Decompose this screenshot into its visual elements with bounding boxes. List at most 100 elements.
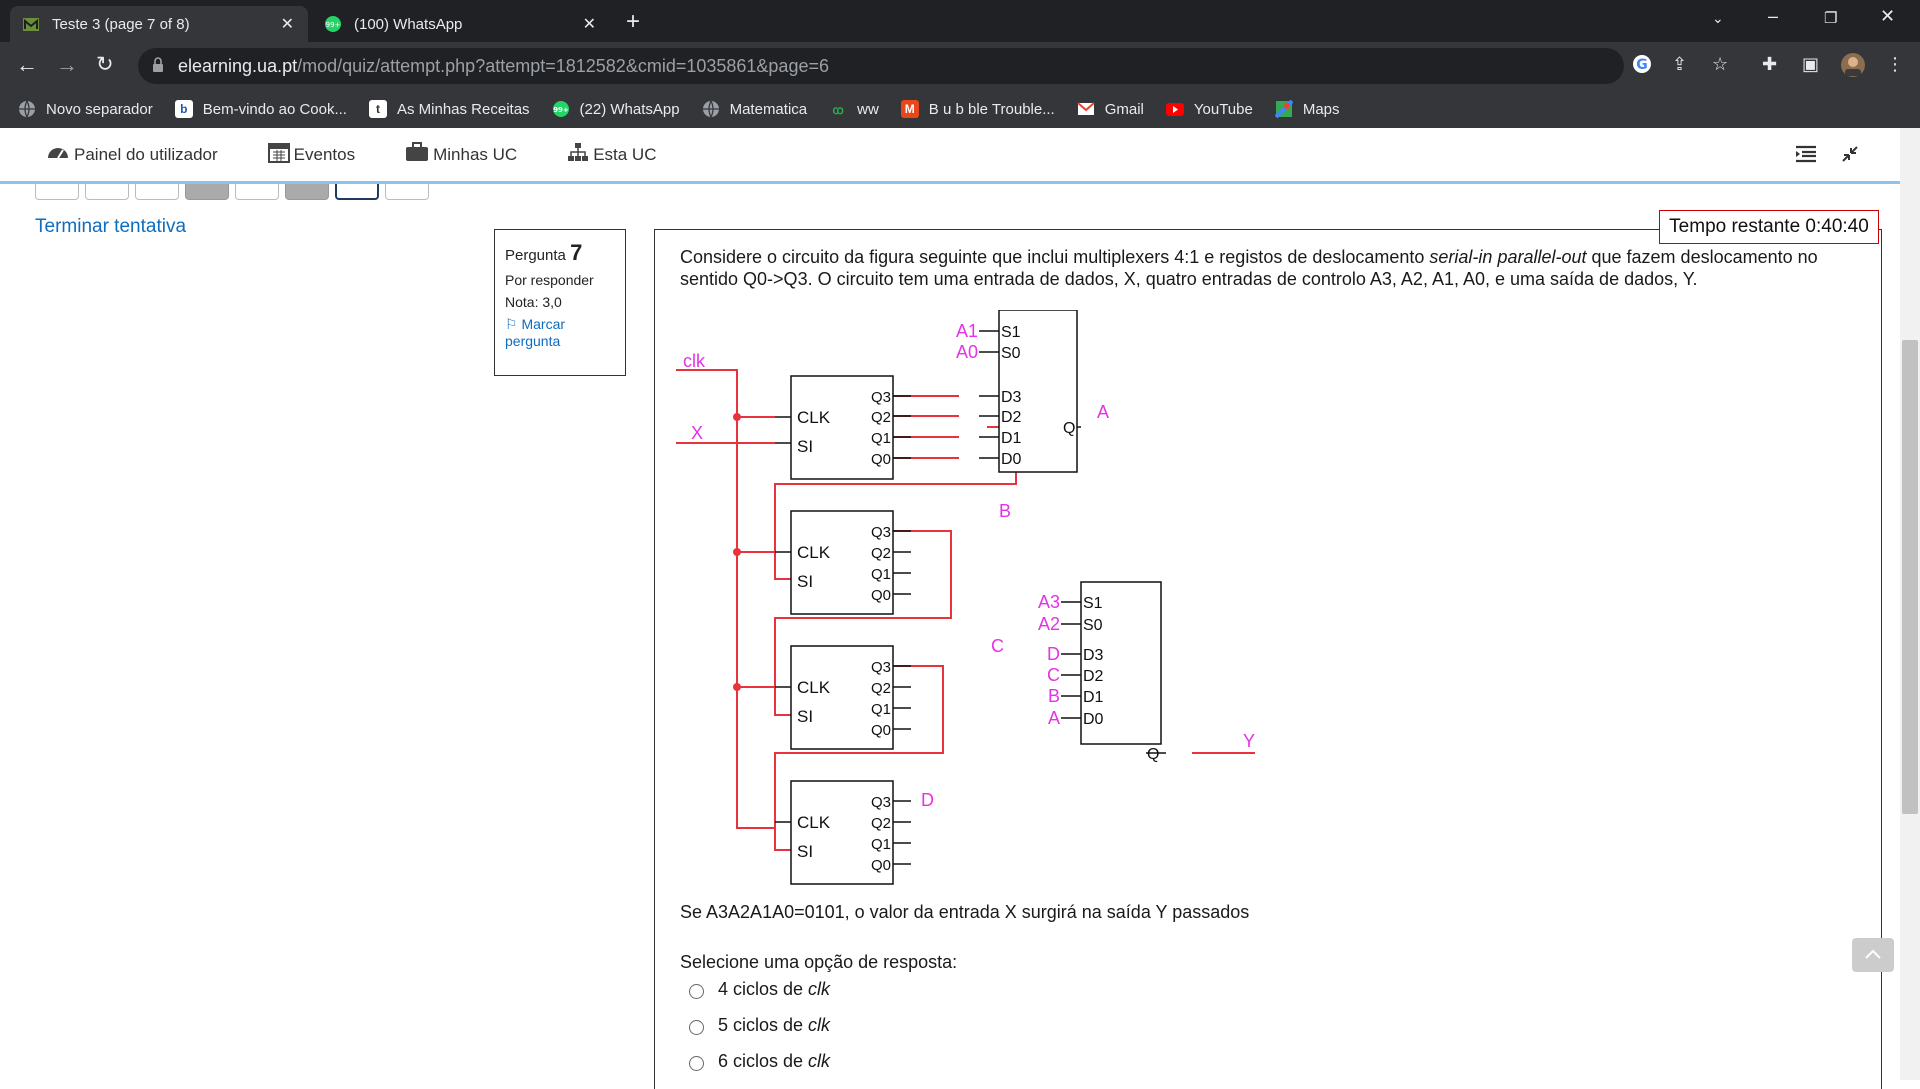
quiz-nav-button[interactable] bbox=[285, 184, 329, 200]
drawer-toggle-icon[interactable] bbox=[1794, 144, 1818, 169]
answer-option[interactable]: 6 ciclos de clk bbox=[689, 1051, 830, 1072]
close-icon[interactable]: ✕ bbox=[583, 14, 596, 34]
side-panel-icon[interactable]: ▣ bbox=[1802, 54, 1819, 75]
nav-this-course[interactable]: Esta UC bbox=[567, 142, 656, 167]
bookmark-item[interactable]: Matematica bbox=[702, 100, 807, 118]
nav-tools bbox=[1794, 144, 1860, 169]
bookmark-item[interactable]: Maps bbox=[1274, 100, 1340, 118]
radio-button[interactable] bbox=[689, 1020, 704, 1035]
back-icon[interactable]: ← bbox=[16, 52, 38, 78]
extensions-icon[interactable]: ✚ bbox=[1762, 54, 1777, 75]
quiz-nav-button[interactable] bbox=[385, 184, 429, 200]
svg-text:Q1: Q1 bbox=[871, 836, 891, 853]
close-window-icon[interactable]: ✕ bbox=[1880, 6, 1895, 27]
tab-quiz[interactable]: Teste 3 (page 7 of 8) ✕ bbox=[10, 6, 308, 42]
question-number: Pergunta 7 bbox=[505, 240, 583, 265]
quiz-nav-button[interactable] bbox=[35, 184, 79, 200]
quiz-nav-button[interactable] bbox=[235, 184, 279, 200]
svg-text:D2: D2 bbox=[1001, 409, 1022, 426]
nav-dashboard[interactable]: Painel do utilizador bbox=[46, 142, 218, 167]
tab-search-icon[interactable]: ⌄ bbox=[1712, 10, 1724, 27]
nav-my-courses[interactable]: Minhas UC bbox=[405, 142, 517, 167]
quiz-nav-button-current[interactable] bbox=[335, 184, 379, 200]
bookmark-item[interactable]: M B u b ble Trouble... bbox=[900, 100, 1055, 118]
answer-option[interactable]: 5 ciclos de clk bbox=[689, 1015, 830, 1036]
close-icon[interactable]: ✕ bbox=[281, 14, 294, 34]
bookmark-item[interactable]: 99+ (22) WhatsApp bbox=[552, 100, 680, 118]
maps-icon bbox=[1274, 100, 1293, 118]
globe-icon bbox=[18, 100, 36, 118]
scrollbar-thumb[interactable] bbox=[1902, 340, 1918, 814]
question-status: Por responder bbox=[505, 272, 594, 288]
nav-events[interactable]: Eventos bbox=[267, 141, 356, 168]
menu-icon[interactable]: ⋮ bbox=[1886, 54, 1904, 75]
briefcase-icon bbox=[405, 142, 433, 167]
svg-text:G: G bbox=[1636, 57, 1648, 73]
chevron-up-icon bbox=[1865, 946, 1881, 964]
collapse-icon[interactable] bbox=[1840, 144, 1860, 169]
address-bar[interactable]: elearning.ua.pt/mod/quiz/attempt.php?att… bbox=[138, 48, 1624, 84]
radio-button[interactable] bbox=[689, 1056, 704, 1071]
browser-toolbar: ← → ↻ elearning.ua.pt/mod/quiz/attempt.p… bbox=[0, 42, 1920, 90]
circuit-diagram: CLK SI CLK SI CLK SI CLK SI Q3Q2Q1Q0 Q3Q… bbox=[676, 310, 1255, 885]
svg-text:99+: 99+ bbox=[553, 106, 569, 114]
bookmark-label: ww bbox=[857, 100, 879, 118]
svg-text:B: B bbox=[999, 501, 1011, 521]
svg-text:A0: A0 bbox=[956, 342, 978, 362]
star-icon[interactable]: ☆ bbox=[1712, 54, 1728, 75]
svg-text:Q2: Q2 bbox=[871, 545, 891, 562]
bookmark-item[interactable]: ꭃ ww bbox=[829, 100, 879, 118]
svg-text:Q0: Q0 bbox=[871, 857, 891, 874]
forward-icon[interactable]: → bbox=[56, 52, 78, 78]
svg-text:Q3: Q3 bbox=[871, 389, 891, 406]
flag-question-link[interactable]: ⚐ Marcar pergunta bbox=[505, 316, 615, 350]
browser-tab-strip: Teste 3 (page 7 of 8) ✕ 99+ (100) WhatsA… bbox=[0, 0, 1920, 42]
url-path: /mod/quiz/attempt.php?attempt=1812582&cm… bbox=[297, 55, 829, 76]
question-grade: Nota: 3,0 bbox=[505, 294, 562, 310]
bookmark-label: B u b ble Trouble... bbox=[928, 100, 1055, 118]
answer-option[interactable]: 4 ciclos de clk bbox=[689, 979, 830, 1000]
svg-text:Q3: Q3 bbox=[871, 659, 891, 676]
radio-button[interactable] bbox=[689, 984, 704, 999]
finish-attempt-link[interactable]: Terminar tentativa bbox=[35, 216, 186, 238]
share-icon[interactable]: ⇪ bbox=[1672, 54, 1687, 75]
bookmark-item[interactable]: t As Minhas Receitas bbox=[368, 100, 530, 118]
bookmark-item[interactable]: b Bem-vindo ao Cook... bbox=[174, 100, 347, 118]
globe-icon bbox=[702, 100, 720, 118]
bookmark-item[interactable]: YouTube bbox=[1165, 100, 1253, 118]
svg-text:D3: D3 bbox=[1083, 647, 1104, 664]
reload-icon[interactable]: ↻ bbox=[96, 52, 114, 77]
bookmark-label: Gmail bbox=[1104, 100, 1144, 118]
nav-events-label: Eventos bbox=[293, 144, 356, 164]
flag-icon: ⚐ bbox=[505, 316, 518, 332]
y-label: Y bbox=[1243, 731, 1255, 751]
svg-text:S0: S0 bbox=[1083, 617, 1103, 634]
quiz-nav-button[interactable] bbox=[85, 184, 129, 200]
t-icon: t bbox=[368, 100, 387, 118]
bookmark-label: (22) WhatsApp bbox=[579, 100, 680, 118]
quiz-nav-button[interactable] bbox=[185, 184, 229, 200]
lock-icon bbox=[152, 57, 164, 78]
bookmarks-bar: Novo separador b Bem-vindo ao Cook... t … bbox=[0, 90, 1920, 128]
quiz-nav-button[interactable] bbox=[135, 184, 179, 200]
minimize-icon[interactable]: – bbox=[1768, 6, 1778, 27]
svg-text:Q2: Q2 bbox=[871, 815, 891, 832]
back-to-top-button[interactable] bbox=[1852, 938, 1894, 972]
question-info: Pergunta 7 Por responder Nota: 3,0 ⚐ Mar… bbox=[494, 229, 626, 376]
tab-whatsapp[interactable]: 99+ (100) WhatsApp ✕ bbox=[312, 6, 610, 42]
bookmark-item[interactable]: Novo separador bbox=[18, 100, 153, 118]
google-icon[interactable]: G bbox=[1632, 54, 1652, 79]
restore-icon[interactable]: ❐ bbox=[1824, 9, 1837, 27]
svg-text:Q: Q bbox=[1063, 420, 1075, 437]
new-tab-icon[interactable]: + bbox=[626, 8, 640, 36]
bookmark-item[interactable]: Gmail bbox=[1077, 100, 1144, 118]
svg-text:D: D bbox=[921, 790, 934, 810]
reg-clk-label: CLK bbox=[797, 408, 831, 427]
x-label: X bbox=[691, 423, 703, 443]
tab-title: Teste 3 (page 7 of 8) bbox=[52, 15, 190, 33]
whatsapp-icon: 99+ bbox=[552, 100, 570, 118]
svg-text:Q3: Q3 bbox=[871, 794, 891, 811]
svg-text:A2: A2 bbox=[1038, 614, 1060, 634]
avatar[interactable] bbox=[1840, 52, 1866, 83]
reg-clk-label: CLK bbox=[797, 543, 831, 562]
